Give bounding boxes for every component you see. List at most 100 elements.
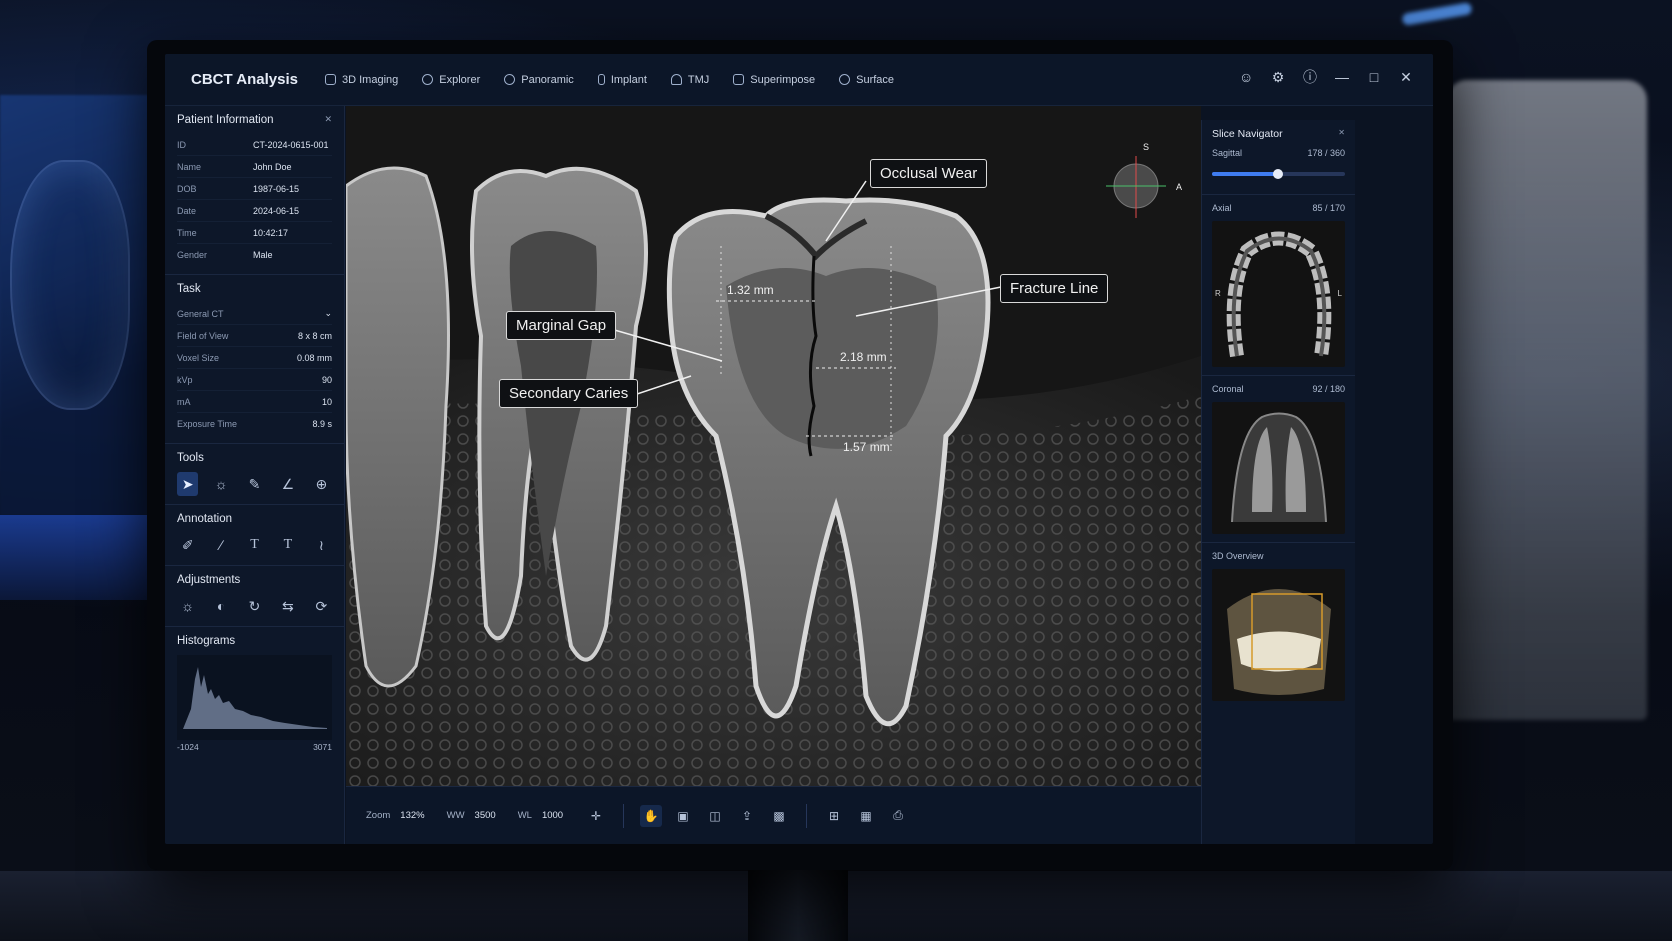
ct-viewer[interactable]: S A Occlusal Wear Fracture Line Marginal… [346, 106, 1201, 786]
3d-overview[interactable]: 3D Overview [1202, 543, 1355, 709]
task-field-voxel: Voxel Size 0.08 mm [177, 347, 332, 369]
tab-3d-imaging[interactable]: 3D Imaging [325, 74, 398, 86]
label-secondary-caries[interactable]: Secondary Caries [499, 379, 639, 408]
fit-icon[interactable]: ▣ [672, 805, 694, 827]
user-icon[interactable]: ☺ [1239, 70, 1253, 84]
coronal-value: 92 / 180 [1312, 384, 1345, 394]
sagittal-label: Sagittal [1212, 148, 1243, 158]
tab-superimpose[interactable]: Superimpose [733, 74, 815, 86]
help-icon[interactable]: ⓘ [1303, 70, 1317, 84]
ww-label: WW [446, 810, 465, 821]
task-field-fov: Field of View 8 x 8 cm [177, 325, 332, 347]
panoramic-icon [504, 74, 516, 85]
sagittal-slider[interactable] [1212, 169, 1345, 179]
surface-icon [839, 74, 851, 85]
orientation-anterior: A [1176, 182, 1183, 192]
pen-icon[interactable]: ✐ [177, 533, 198, 557]
slider-fill [1212, 172, 1278, 176]
label-fracture-line[interactable]: Fracture Line [1000, 274, 1109, 303]
pointer-icon[interactable]: ➤ [177, 472, 199, 496]
tmj-icon [670, 74, 682, 85]
pencil-icon[interactable]: ✎ [244, 472, 265, 496]
measurement-3: 1.57 mm [843, 440, 890, 454]
axial-value: 85 / 170 [1312, 203, 1345, 213]
zoom-label: Zoom [366, 810, 391, 821]
axial-thumbnail: R L [1212, 221, 1345, 367]
tab-explorer[interactable]: Explorer [422, 74, 480, 86]
patient-info-section: Patient Information ✕ ID CT-2024-0615-001 … [165, 106, 344, 275]
background-skull-image [10, 160, 130, 410]
probe-icon[interactable]: ≀ [311, 533, 332, 557]
task-section: Task General CT ⌄ Field of View 8 x 8 cm V… [165, 275, 344, 444]
slider-knob[interactable] [1272, 169, 1283, 179]
reset-icon[interactable]: ⟳ [311, 594, 332, 618]
export-icon[interactable]: ⇪ [736, 805, 758, 827]
gear-icon[interactable]: ⚙ [1271, 70, 1285, 84]
tab-label: Superimpose [750, 73, 816, 86]
coronal-view[interactable]: Coronal 92 / 180 [1202, 376, 1355, 543]
pan-icon[interactable]: ✋ [640, 804, 663, 827]
minimize-button[interactable]: — [1335, 70, 1349, 84]
line-icon[interactable]: ∕ [210, 533, 231, 557]
angle-icon[interactable]: ∠ [277, 472, 298, 496]
close-button[interactable]: ✕ [1399, 70, 1413, 84]
main-tabs: 3D Imaging Explorer Panoramic Implant TM… [325, 74, 894, 86]
label-occlusal-wear[interactable]: Occlusal Wear [870, 159, 988, 188]
close-icon[interactable]: ✕ [324, 114, 332, 126]
zoom-icon[interactable]: ⊕ [311, 472, 332, 496]
brightness-icon[interactable]: ☼ [210, 472, 231, 496]
histogram-min: -1024 [177, 742, 199, 752]
sun-icon[interactable]: ☼ [177, 594, 198, 618]
measurement-2: 2.18 mm [840, 350, 887, 364]
tab-implant[interactable]: Implant [597, 73, 647, 86]
tab-tmj[interactable]: TMJ [670, 74, 709, 86]
histogram-curve [183, 667, 327, 729]
background-cbct-machine [1447, 80, 1647, 720]
grid-layout-icon[interactable]: ⊞ [823, 805, 845, 827]
histogram-chart [177, 655, 332, 740]
tab-panoramic[interactable]: Panoramic [504, 74, 574, 86]
wl-select[interactable]: 1000 [542, 810, 563, 821]
text-alt-icon[interactable]: T [277, 533, 298, 557]
axial-left-marker: L [1337, 289, 1342, 298]
patient-field-dob: DOB 1987-06-15 [177, 178, 332, 200]
maximize-button[interactable]: □ [1367, 70, 1381, 84]
contrast-icon[interactable]: ◐ [210, 594, 231, 618]
wl-label: WL [517, 810, 532, 821]
cube-icon [325, 74, 336, 85]
axial-view[interactable]: Axial 85 / 170 R L [1202, 195, 1355, 376]
layers-icon[interactable]: ◫ [704, 805, 726, 827]
background-wall-glow [0, 515, 150, 600]
table-icon[interactable]: ▦ [855, 805, 877, 827]
patient-field-date: Date 2024-06-15 [177, 200, 332, 222]
orientation-superior: S [1143, 142, 1150, 152]
axial-right-marker: R [1215, 289, 1221, 298]
patient-field-name: Name John Doe [177, 156, 332, 178]
text-icon[interactable]: T [244, 533, 265, 557]
crosshair-icon[interactable]: ✛ [585, 805, 607, 827]
adjustments-title: Adjustments [177, 574, 241, 586]
tab-surface[interactable]: Surface [839, 74, 894, 86]
task-select[interactable]: General CT ⌄ [177, 303, 332, 325]
tab-label: Panoramic [521, 73, 574, 86]
histograms-section: Histograms -1024 3071 [165, 627, 344, 760]
overview-label: 3D Overview [1212, 551, 1264, 561]
tools-section: Tools ➤ ☼ ✎ ∠ ⊕ [165, 444, 344, 505]
compare-icon[interactable]: ▩ [768, 805, 790, 827]
app-window: CBCT Analysis 3D Imaging Explorer Panora… [165, 54, 1433, 844]
window-controls: ☺ ⚙ ⓘ — □ ✕ [1239, 70, 1413, 84]
adjustments-section: Adjustments ☼ ◐ ↻ ⇆ ⟳ [165, 566, 344, 627]
label-marginal-gap[interactable]: Marginal Gap [506, 311, 617, 340]
zoom-select[interactable]: 132% [400, 810, 424, 821]
patient-field-id: ID CT-2024-0615-001 [177, 134, 332, 156]
tab-label: 3D Imaging [342, 73, 399, 86]
tools-title: Tools [177, 452, 204, 464]
print-icon[interactable]: ⎙ [887, 805, 909, 827]
tab-label: Implant [610, 73, 647, 86]
chevron-down-icon: ⌄ [324, 308, 332, 318]
task-field-ma: mA 10 [177, 391, 332, 413]
rotate-icon[interactable]: ↻ [244, 594, 265, 618]
ww-select[interactable]: 3500 [475, 810, 496, 821]
flip-icon[interactable]: ⇆ [277, 594, 298, 618]
close-icon[interactable]: ✕ [1338, 128, 1345, 140]
